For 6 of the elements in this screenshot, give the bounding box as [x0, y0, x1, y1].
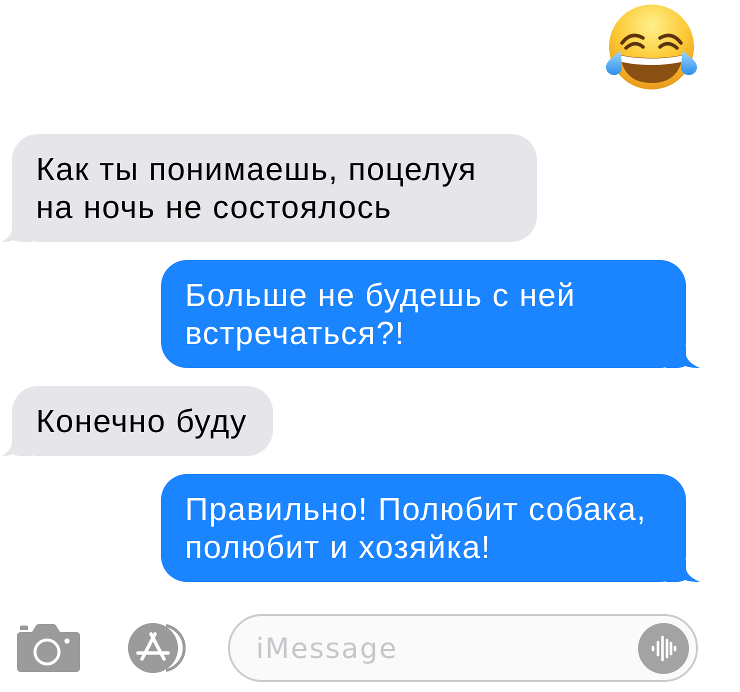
message-text: Больше не будешь с ней встречаться?!: [185, 276, 577, 352]
audio-waveform-icon[interactable]: [638, 623, 689, 674]
camera-icon[interactable]: [17, 624, 80, 672]
message-text: Как ты понимаешь, поцелуя на ночь не состоялось: [36, 150, 478, 226]
message-text: Правильно! Полюбит собака, полюбит и хозяйка!: [185, 490, 648, 566]
message-text: Конечно буду: [36, 402, 248, 440]
